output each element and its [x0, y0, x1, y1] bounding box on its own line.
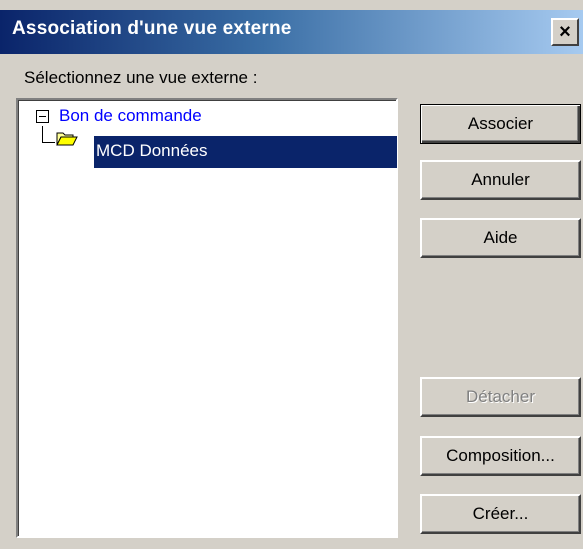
window-title: Association d'une vue externe: [12, 18, 292, 39]
collapse-icon[interactable]: [36, 109, 49, 123]
tree-root-label[interactable]: Bon de commande: [59, 106, 202, 126]
composition-button[interactable]: Composition...: [420, 436, 581, 476]
close-icon: ×: [559, 21, 571, 43]
select-external-view-label: Sélectionnez une vue externe :: [24, 68, 258, 87]
external-view-tree[interactable]: Bon de commande MCD Données: [16, 98, 398, 538]
folder-open-icon: [56, 132, 78, 146]
tree-connector-line: [42, 126, 55, 143]
creer-button[interactable]: Créer...: [420, 494, 581, 534]
associer-button[interactable]: Associer: [420, 104, 581, 144]
detacher-button[interactable]: Détacher: [420, 377, 581, 417]
dialog-window: Association d'une vue externe × Sélectio…: [0, 0, 583, 549]
annuler-button[interactable]: Annuler: [420, 160, 581, 200]
title-bar[interactable]: Association d'une vue externe ×: [0, 10, 583, 54]
close-button[interactable]: ×: [551, 18, 579, 46]
aide-button[interactable]: Aide: [420, 218, 581, 258]
tree-root-item[interactable]: Bon de commande: [36, 106, 202, 126]
tree-item-mcd-donnees[interactable]: MCD Données: [94, 136, 397, 168]
